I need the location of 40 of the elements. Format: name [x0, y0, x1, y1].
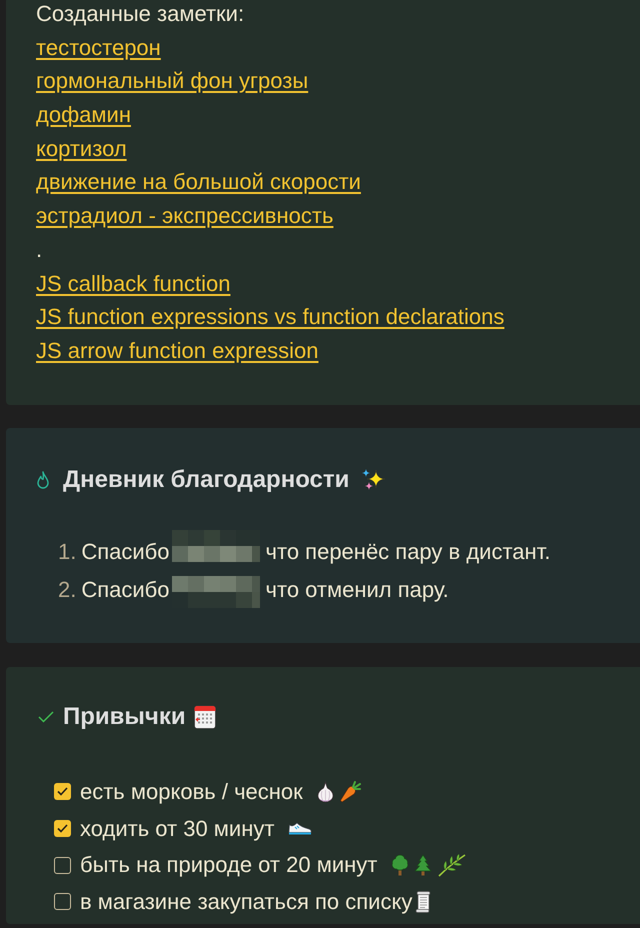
- item-text: что перенёс пару в дистант.: [266, 538, 550, 565]
- garlic-icon: [316, 780, 334, 803]
- sparkles-icon: [361, 468, 386, 492]
- check-icon: [38, 710, 54, 723]
- note-text: .: [36, 236, 42, 262]
- sneaker-icon: [288, 822, 312, 836]
- note-link[interactable]: JS function expressions vs function declarations: [36, 304, 504, 330]
- note-link[interactable]: дофамин: [36, 102, 131, 128]
- item-text: Спасибо: [81, 538, 170, 565]
- checkmark-icon: [57, 824, 68, 834]
- calendar-icon: [194, 704, 216, 729]
- note-link[interactable]: движение на большой скорости: [36, 169, 361, 194]
- list-number: 1.: [58, 538, 76, 565]
- note-link[interactable]: JS callback function: [36, 270, 230, 296]
- checkbox[interactable]: [54, 820, 71, 838]
- habit-text: в магазине закупаться по списку: [80, 888, 412, 915]
- habit-text: ходить от 30 минут: [80, 816, 274, 842]
- section-title: Дневник благодарности: [63, 466, 350, 494]
- item-text: что отменил пару.: [266, 576, 449, 603]
- deciduous-tree-icon: [391, 854, 410, 876]
- list-number: 2.: [58, 576, 76, 603]
- checkmark-icon: [57, 787, 68, 796]
- note-link[interactable]: JS arrow function expression: [36, 338, 318, 363]
- item-text: Спасибо: [81, 576, 170, 603]
- carrot-icon: [338, 780, 361, 803]
- note-link[interactable]: тестостерон: [36, 34, 161, 60]
- note-link[interactable]: эстрадиол - экспрессивность: [36, 203, 334, 228]
- notes-heading: Созданные заметки:: [36, 1, 244, 26]
- scroll-icon: [415, 890, 432, 913]
- evergreen-tree-icon: [414, 854, 432, 876]
- note-link[interactable]: гормональный фон угрозы: [36, 68, 308, 94]
- habit-text: быть на природе от 20 минут: [80, 852, 378, 878]
- herb-icon: [437, 853, 468, 878]
- checkbox[interactable]: [54, 856, 71, 874]
- checkbox[interactable]: [54, 893, 71, 910]
- checkbox[interactable]: [54, 783, 71, 800]
- note-link[interactable]: кортизол: [36, 136, 127, 161]
- section-title: Привычки: [63, 702, 186, 731]
- flame-icon: [37, 470, 49, 489]
- habit-text: есть морковь / чеснок: [80, 778, 303, 805]
